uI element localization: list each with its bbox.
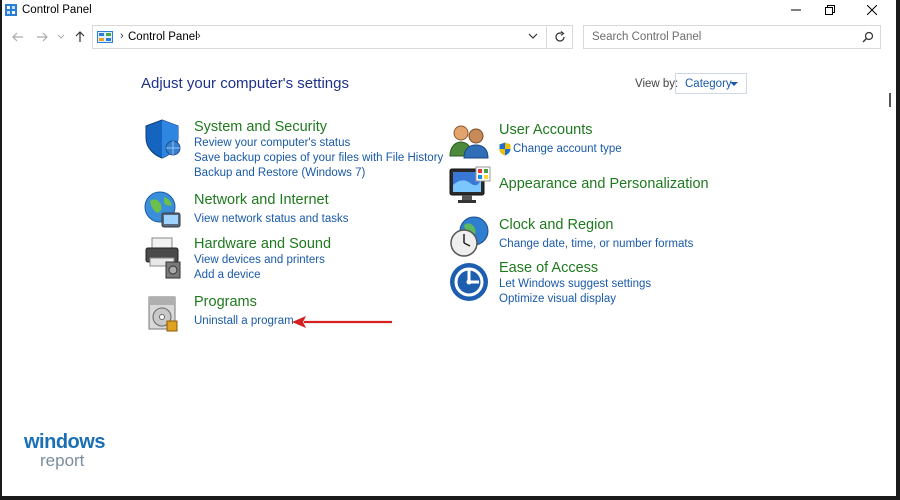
system-security-shield-icon[interactable] <box>142 118 182 160</box>
control-panel-window: Control Panel › Control Panel › Search C… <box>2 0 896 496</box>
link-view-network-status[interactable]: View network status and tasks <box>194 213 348 225</box>
refresh-icon <box>554 31 565 42</box>
link-let-windows-suggest-settings[interactable]: Let Windows suggest settings <box>499 278 651 290</box>
link-change-account-type[interactable]: Change account type <box>513 143 622 155</box>
category-network-and-internet[interactable]: Network and Internet <box>194 192 329 208</box>
forward-arrow-icon <box>37 32 48 42</box>
network-globe-icon[interactable] <box>142 189 184 231</box>
category-programs[interactable]: Programs <box>194 294 257 310</box>
view-by-label: View by: <box>635 78 679 90</box>
back-arrow-icon <box>12 32 23 42</box>
search-placeholder: Search Control Panel <box>592 31 702 43</box>
chevron-down-icon[interactable] <box>528 32 538 40</box>
caret-down-icon <box>730 82 738 86</box>
users-icon[interactable] <box>448 122 490 160</box>
window-title: Control Panel <box>22 4 92 16</box>
category-user-accounts[interactable]: User Accounts <box>499 122 593 138</box>
watermark-line-2: report <box>40 451 85 470</box>
control-panel-app-icon <box>5 4 17 16</box>
view-by-dropdown[interactable]: Category <box>675 73 747 94</box>
ease-of-access-icon[interactable] <box>449 262 489 302</box>
link-add-a-device[interactable]: Add a device <box>194 269 261 281</box>
refresh-button[interactable] <box>547 25 573 49</box>
search-input[interactable]: Search Control Panel <box>583 25 881 49</box>
search-icon[interactable] <box>862 31 874 43</box>
link-optimize-visual-display[interactable]: Optimize visual display <box>499 293 616 305</box>
breadcrumb-separator[interactable]: › <box>120 30 124 42</box>
restore-button[interactable] <box>810 0 850 20</box>
close-icon <box>867 5 877 15</box>
up-button[interactable] <box>72 28 88 46</box>
link-backup-and-restore[interactable]: Backup and Restore (Windows 7) <box>194 167 365 179</box>
breadcrumb-control-panel[interactable]: Control Panel <box>128 31 198 43</box>
clock-globe-icon[interactable] <box>448 215 492 259</box>
minimize-icon <box>791 9 801 11</box>
scrollbar-thumb[interactable] <box>889 93 891 107</box>
restore-icon <box>825 5 835 15</box>
control-panel-folder-icon <box>97 31 113 43</box>
forward-button[interactable] <box>34 28 50 46</box>
programs-disc-icon[interactable] <box>145 293 183 333</box>
address-bar[interactable]: › Control Panel › <box>92 25 547 49</box>
category-ease-of-access[interactable]: Ease of Access <box>499 260 598 276</box>
link-uninstall-a-program[interactable]: Uninstall a program <box>194 315 294 327</box>
page-title: Adjust your computer's settings <box>141 75 349 92</box>
link-review-computer-status[interactable]: Review your computer's status <box>194 137 350 149</box>
category-hardware-and-sound[interactable]: Hardware and Sound <box>194 236 331 252</box>
chevron-down-icon <box>57 34 65 39</box>
windows-report-watermark: windows report <box>24 432 105 470</box>
link-file-history-backup[interactable]: Save backup copies of your files with Fi… <box>194 152 443 164</box>
close-button[interactable] <box>852 0 892 20</box>
breadcrumb-separator[interactable]: › <box>197 30 201 42</box>
up-arrow-icon <box>75 31 85 42</box>
uac-shield-icon <box>499 142 511 156</box>
watermark-line-1: windows <box>24 431 105 453</box>
category-appearance-and-personalization[interactable]: Appearance and Personalization <box>499 176 709 192</box>
title-bar[interactable]: Control Panel <box>2 0 896 22</box>
monitor-palette-icon[interactable] <box>448 165 492 207</box>
category-clock-and-region[interactable]: Clock and Region <box>499 217 613 233</box>
back-button[interactable] <box>10 28 26 46</box>
annotation-arrow-icon <box>292 316 392 328</box>
link-change-date-time-formats[interactable]: Change date, time, or number formats <box>499 238 693 250</box>
category-system-and-security[interactable]: System and Security <box>194 119 327 135</box>
printer-speaker-icon[interactable] <box>142 236 186 280</box>
view-by-value: Category <box>685 78 732 90</box>
recent-locations-button[interactable] <box>56 28 66 46</box>
link-view-devices-and-printers[interactable]: View devices and printers <box>194 254 325 266</box>
